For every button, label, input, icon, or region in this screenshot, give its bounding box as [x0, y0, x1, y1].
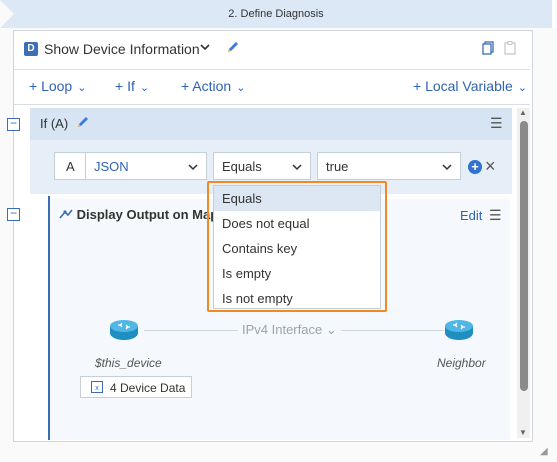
panel-header: D Show Device Information	[14, 33, 530, 65]
scrollbar-thumb[interactable]	[520, 121, 528, 391]
collapse-display-toggle[interactable]: −	[7, 207, 20, 221]
step-banner-label: 2. Define Diagnosis	[228, 8, 324, 20]
operator-option-is-not-empty[interactable]: Is not empty	[214, 286, 380, 311]
copy-icon[interactable]	[482, 41, 494, 60]
action-toolbar: + Loop ⌄ + If ⌄ + Action ⌄ + Local Variable…	[14, 69, 530, 105]
interface-label[interactable]: IPv4 Interface ⌄	[238, 322, 341, 338]
svg-text:x: x	[95, 385, 99, 392]
router-icon	[109, 319, 139, 341]
device-data-button[interactable]: x 4 Device Data	[80, 376, 192, 398]
chevron-down-icon	[292, 157, 302, 175]
paste-icon	[504, 41, 516, 60]
resize-grip-icon[interactable]: ◢	[540, 446, 548, 457]
condition-source-select[interactable]: JSON	[85, 152, 207, 180]
display-menu-icon[interactable]: ☰	[489, 207, 502, 224]
display-output-header: Display Output on Map	[59, 207, 218, 222]
operator-dropdown-list: Equals Does not equal Contains key Is em…	[213, 185, 381, 309]
right-node-label: Neighbor	[437, 356, 486, 370]
chevron-down-icon	[188, 157, 198, 175]
router-icon	[444, 319, 474, 341]
if-block-header: If (A) ☰	[30, 108, 512, 140]
scroll-down-arrow-icon[interactable]: ▼	[519, 428, 527, 437]
display-output-title: Display Output on Map	[76, 207, 219, 222]
operator-option-contains-key[interactable]: Contains key	[214, 236, 380, 261]
condition-operator-select[interactable]: Equals	[213, 152, 311, 180]
left-node-label: $this_device	[95, 356, 162, 370]
step-banner: 2. Define Diagnosis	[0, 0, 556, 28]
remove-condition-icon[interactable]: ×	[485, 156, 496, 177]
diagnosis-badge: D	[24, 42, 38, 56]
condition-value-select[interactable]: true	[317, 152, 461, 180]
device-data-icon: x	[91, 381, 103, 396]
operator-option-not-equal[interactable]: Does not equal	[214, 211, 380, 236]
chevron-down-icon	[442, 157, 452, 175]
add-local-variable-button[interactable]: + Local Variable ⌄	[413, 78, 527, 94]
edit-title-pencil-icon[interactable]	[226, 40, 240, 56]
if-block-label: If (A)	[40, 116, 69, 131]
scroll-up-arrow-icon[interactable]: ▲	[519, 108, 527, 117]
condition-alias: A	[54, 152, 86, 180]
add-loop-button[interactable]: + Loop ⌄	[29, 78, 86, 94]
add-condition-icon[interactable]: +	[468, 160, 482, 174]
edit-if-pencil-icon[interactable]	[76, 115, 90, 134]
display-map-icon	[59, 207, 77, 222]
add-action-button[interactable]: + Action ⌄	[181, 78, 245, 94]
operator-option-is-empty[interactable]: Is empty	[214, 261, 380, 286]
nesting-line	[48, 196, 50, 440]
chevron-down-icon: ⌄	[325, 322, 337, 337]
operator-option-equals[interactable]: Equals	[214, 186, 380, 211]
chevron-down-icon[interactable]	[200, 41, 210, 55]
diagnosis-title[interactable]: Show Device Information	[44, 41, 200, 57]
add-if-button[interactable]: + If ⌄	[115, 78, 149, 94]
edit-display-link[interactable]: Edit	[460, 208, 482, 223]
if-menu-icon[interactable]: ☰	[490, 115, 503, 132]
device-data-label: 4 Device Data	[110, 381, 186, 395]
collapse-if-toggle[interactable]: −	[7, 117, 20, 131]
